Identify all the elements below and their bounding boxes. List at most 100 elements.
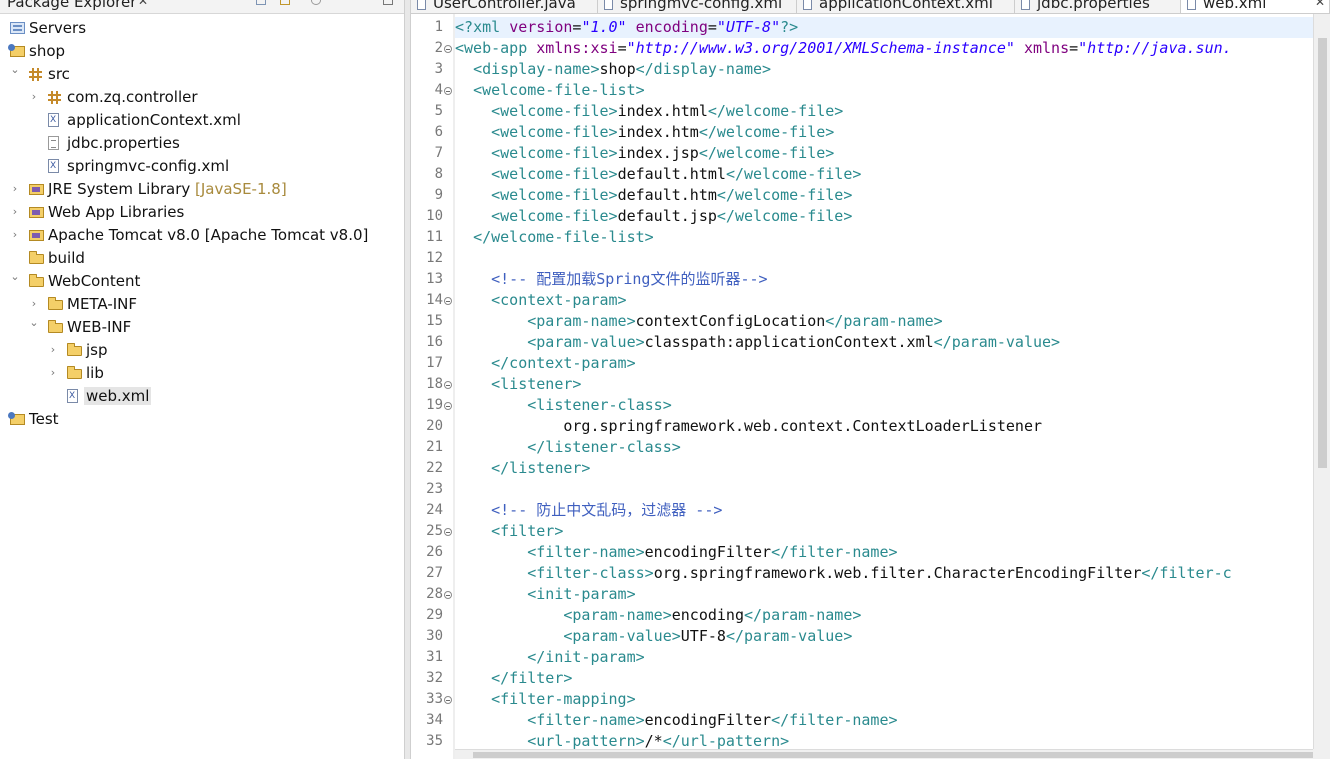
code-token: xmlns [1023,39,1070,57]
chevron-right-icon[interactable]: › [10,182,20,196]
line-number: 35 [426,733,443,749]
properties-file-icon [48,136,59,150]
code-line: <display-name>shop</display-name> [455,59,771,80]
tree-item[interactable]: jdbc.properties [0,132,404,155]
editor-tab[interactable]: UserController.java [411,0,598,13]
code-token: "http://www.w3.org/2001/XMLSchema-instan… [626,39,1015,57]
collapse-fold-icon[interactable] [444,45,452,53]
collapse-all-icon[interactable] [256,0,266,5]
line-number: 15 [426,313,443,329]
library-icon [29,184,44,195]
collapse-fold-icon[interactable] [444,297,452,305]
tree-item[interactable]: › JRE System Library [JavaSE-1.8] [0,178,404,201]
minimize-icon[interactable] [383,0,393,5]
chevron-right-icon[interactable]: › [10,205,20,219]
code-area[interactable]: <?xml version="1.0" encoding="UTF-8"?> <w… [455,14,1313,749]
code-token: </welcome-file> [698,123,835,141]
code-token: encoding [635,18,708,36]
folder-icon [48,297,63,310]
code-line: </listener> [455,458,590,479]
folder-icon [67,366,82,379]
tree-item-label: shop [29,42,66,60]
code-token: </url-pattern> [662,732,790,749]
line-number: 18 [426,376,443,392]
chevron-right-icon[interactable]: › [48,366,58,380]
collapse-fold-icon[interactable] [444,696,452,704]
code-token: <param-name> [527,312,636,330]
code-token: "1.0" [581,18,627,36]
link-with-editor-icon[interactable] [280,0,290,5]
collapse-fold-icon[interactable] [444,402,452,410]
tree-item[interactable]: springmvc-config.xml [0,155,404,178]
tree-item[interactable]: web.xml [0,385,404,408]
tree-item-label: springmvc-config.xml [67,157,230,175]
xml-file-icon [48,113,59,127]
line-number: 33 [426,691,443,707]
horizontal-scrollbar[interactable] [455,749,1313,759]
chevron-down-icon[interactable]: ⌄ [10,63,20,77]
collapse-fold-icon[interactable] [444,87,452,95]
line-number: 1 [434,19,443,35]
collapse-fold-icon[interactable] [444,381,452,389]
sash-divider[interactable] [404,0,411,759]
chevron-right-icon[interactable]: › [29,90,39,104]
tree-item-label: com.zq.controller [67,88,198,106]
editor-tab[interactable]: web.xml ✕ [1181,0,1330,13]
tree-item[interactable]: applicationContext.xml [0,109,404,132]
tree-item[interactable]: build [0,247,404,270]
tree-item-label: META-INF [67,295,138,313]
tree-item[interactable]: ⌄ WEB-INF [0,316,404,339]
line-number: 23 [426,481,443,497]
tree-item[interactable]: › Apache Tomcat v8.0 [Apache Tomcat v8.0] [0,224,404,247]
tree-item[interactable]: ⌄ WebContent [0,270,404,293]
code-token: = [1069,39,1079,57]
editor-tab[interactable]: springmvc-config.xml [598,0,797,13]
code-token: <listener> [491,375,582,393]
horizontal-scrollbar-thumb[interactable] [473,752,1313,758]
tree-item[interactable]: shop [0,40,404,63]
xml-editor: UserController.java springmvc-config.xml a… [411,0,1330,759]
view-menu-icon[interactable] [311,0,321,5]
code-line: <init-param> [455,584,635,605]
vertical-scrollbar[interactable] [1313,14,1330,749]
chevron-right-icon[interactable]: › [48,343,58,357]
tree-item-label: applicationContext.xml [67,111,241,129]
tree-item[interactable]: › jsp [0,339,404,362]
tree-item[interactable]: ⌄ src [0,63,404,86]
code-token: org.springframework.web.context.ContextL… [455,417,1042,435]
vertical-scrollbar-thumb[interactable] [1318,38,1327,468]
tree-item[interactable]: Servers [0,17,404,40]
tree-item[interactable]: Test [0,408,404,431]
collapse-fold-icon[interactable] [444,528,452,536]
tree-item[interactable]: › com.zq.controller [0,86,404,109]
code-line: <filter> [455,521,563,542]
chevron-right-icon[interactable]: › [29,297,39,311]
tree-item-label: jsp [86,341,108,359]
chevron-down-icon[interactable]: ⌄ [10,270,20,284]
tree-item[interactable]: › META-INF [0,293,404,316]
code-token: index.html [617,102,708,120]
close-icon[interactable]: ✕ [138,0,148,8]
close-icon[interactable]: ✕ [1315,0,1325,9]
tree-item[interactable]: › Web App Libraries [0,201,404,224]
chevron-right-icon[interactable]: › [10,228,20,242]
line-number: 24 [426,502,443,518]
tree-item[interactable]: › lib [0,362,404,385]
editor-tab[interactable]: jdbc.properties [1015,0,1181,13]
code-token: </param-value> [725,627,853,645]
chevron-down-icon[interactable]: ⌄ [29,316,39,330]
collapse-fold-icon[interactable] [444,591,452,599]
code-token: </filter-name> [771,543,898,561]
editor-tab[interactable]: applicationContext.xml [797,0,1015,13]
code-token: </welcome-file> [707,102,844,120]
line-number: 2 [434,40,443,56]
